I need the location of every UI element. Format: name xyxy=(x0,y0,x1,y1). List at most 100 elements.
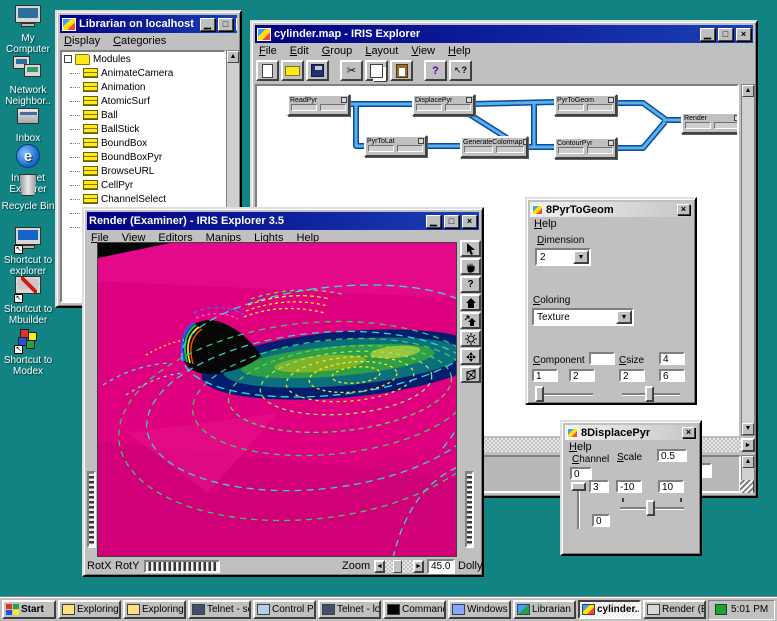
scale-max-field[interactable]: 10 xyxy=(658,480,684,493)
task-exploring-1[interactable]: Exploring .. xyxy=(58,600,121,619)
dimension-dropdown[interactable]: 2▼ xyxy=(535,248,591,266)
task-telnet-2[interactable]: Telnet - lo. xyxy=(318,600,381,619)
module-pyrtolat[interactable]: PyrToLat xyxy=(364,135,427,157)
zoom-scrollbar[interactable]: ◄ ► xyxy=(374,560,424,573)
component-max-field[interactable]: 2 xyxy=(569,369,595,382)
task-librarian[interactable]: Librarian o... xyxy=(513,600,576,619)
minimize-button[interactable]: ▁ xyxy=(426,215,441,228)
tree-item[interactable]: ChannelSelect xyxy=(62,192,224,206)
minimize-button[interactable]: ▁ xyxy=(700,28,715,41)
module-contourpyr[interactable]: ContourPyr xyxy=(554,137,617,159)
module-slot[interactable] xyxy=(464,146,493,153)
pyrtogeom-titlebar[interactable]: 8PyrToGeom × xyxy=(530,202,692,217)
menu-categories[interactable]: Categories xyxy=(113,35,166,47)
component-value-field[interactable] xyxy=(589,352,615,365)
tree-item[interactable]: CellPyr xyxy=(62,178,224,192)
cut-button[interactable]: ✂ xyxy=(340,60,363,81)
component-min-field[interactable]: 1 xyxy=(532,369,558,382)
menu-help[interactable]: Help xyxy=(534,218,557,230)
module-slot[interactable] xyxy=(291,104,317,111)
scroll-right-icon[interactable]: ► xyxy=(741,438,755,452)
scroll-up-icon[interactable]: ▲ xyxy=(742,85,754,97)
slider-handle[interactable] xyxy=(571,482,586,491)
map-vscrollbar[interactable]: ▲ ▼ xyxy=(741,84,755,436)
tree-item[interactable]: Animation xyxy=(62,80,224,94)
close-button[interactable]: × xyxy=(462,215,477,228)
minimize-button[interactable]: ▁ xyxy=(200,18,215,31)
home-button[interactable] xyxy=(460,294,481,311)
module-generatecolormap[interactable]: GenerateColormap xyxy=(460,136,528,158)
module-button[interactable] xyxy=(466,97,472,103)
tree-root[interactable]: Modules xyxy=(62,52,224,66)
tree-item[interactable]: BrowseURL xyxy=(62,164,224,178)
resize-grip[interactable] xyxy=(740,480,753,493)
roty-thumbwheel[interactable] xyxy=(144,560,220,573)
slider-handle[interactable] xyxy=(645,386,654,402)
close-button[interactable]: × xyxy=(677,204,690,215)
tray-display-icon[interactable] xyxy=(715,604,727,615)
module-readpyr[interactable]: ReadPyr xyxy=(287,94,350,116)
maximize-button[interactable]: □ xyxy=(218,18,233,31)
task-cylinder-map[interactable]: cylinder... xyxy=(578,600,641,619)
slider-handle[interactable] xyxy=(535,386,544,402)
zoom-value-field[interactable]: 45.0 xyxy=(427,559,455,574)
csize-min-field[interactable]: 2 xyxy=(619,369,645,382)
tree-item[interactable]: BoundBox xyxy=(62,136,224,150)
system-tray[interactable]: 5:01 PM xyxy=(708,600,775,620)
slider-handle[interactable] xyxy=(646,500,655,516)
tree-item[interactable]: AnimateCamera xyxy=(62,66,224,80)
librarian-titlebar[interactable]: Librarian on localhost ▁ □ × xyxy=(60,15,237,33)
desktop-icon-network-neighborhood[interactable]: Network Neighbor.. xyxy=(1,56,55,107)
module-button[interactable] xyxy=(341,97,347,103)
scroll-up-icon[interactable]: ▲ xyxy=(227,51,239,63)
close-button[interactable]: × xyxy=(236,18,237,31)
module-button[interactable] xyxy=(608,140,614,146)
desktop-icon-my-computer[interactable]: My Computer xyxy=(1,4,55,55)
help-button[interactable]: ? xyxy=(424,60,447,81)
menu-file[interactable]: File xyxy=(259,45,277,57)
task-telnet-1[interactable]: Telnet - se.. xyxy=(188,600,251,619)
menu-help[interactable]: Help xyxy=(448,45,471,57)
tree-item[interactable]: BallStick xyxy=(62,122,224,136)
checkbox[interactable] xyxy=(64,55,72,63)
channel-min-field[interactable]: 0 xyxy=(592,514,610,527)
scroll-down-icon[interactable]: ▼ xyxy=(742,423,754,435)
module-button[interactable] xyxy=(608,97,614,103)
tree-item[interactable]: BoundBoxPyr xyxy=(62,150,224,164)
tree-item[interactable]: Ball xyxy=(62,108,224,122)
tree-item[interactable]: AtomicSurf xyxy=(62,94,224,108)
task-windows[interactable]: Windows .. xyxy=(448,600,511,619)
chevron-down-icon[interactable]: ▼ xyxy=(616,310,632,324)
desktop-icon-shortcut-modex[interactable]: ↖ Shortcut to Modex xyxy=(1,326,55,377)
channel-max-field[interactable]: 3 xyxy=(589,480,609,493)
module-pyrtogeom[interactable]: PyrToGeom xyxy=(554,94,617,116)
view-all-button[interactable] xyxy=(460,330,481,347)
zoom-right-icon[interactable]: ► xyxy=(413,560,424,573)
start-button[interactable]: Start xyxy=(2,600,56,619)
dolly-thumbwheel[interactable] xyxy=(465,471,474,548)
task-control-panel[interactable]: Control Pa.. xyxy=(253,600,316,619)
module-slot[interactable] xyxy=(685,122,711,129)
task-exploring-2[interactable]: Exploring ... xyxy=(123,600,186,619)
module-slot[interactable] xyxy=(587,147,613,154)
maximize-button[interactable]: □ xyxy=(444,215,459,228)
module-slot[interactable] xyxy=(558,147,584,154)
menu-edit[interactable]: Edit xyxy=(290,45,309,57)
close-button[interactable]: × xyxy=(736,28,751,41)
menu-view[interactable]: View xyxy=(411,45,435,57)
close-button[interactable]: × xyxy=(682,427,695,438)
view-hand-button[interactable] xyxy=(460,258,481,275)
module-button[interactable] xyxy=(418,138,424,144)
context-help-button[interactable]: ↖? xyxy=(449,60,472,81)
csize-max-field[interactable]: 6 xyxy=(659,369,685,382)
scale-value-field[interactable]: 0.5 xyxy=(657,449,687,462)
new-button[interactable] xyxy=(256,60,279,81)
chevron-down-icon[interactable]: ▼ xyxy=(573,250,589,264)
task-command[interactable]: Command .. xyxy=(383,600,446,619)
task-render[interactable]: Render (E.. xyxy=(643,600,706,619)
map-titlebar[interactable]: cylinder.map - IRIS Explorer ▁ □ × xyxy=(255,25,753,43)
help-button[interactable]: ? xyxy=(460,276,481,293)
module-slot[interactable] xyxy=(714,122,740,129)
render-titlebar[interactable]: Render (Examiner) - IRIS Explorer 3.5 ▁ … xyxy=(87,212,479,230)
zoom-left-icon[interactable]: ◄ xyxy=(374,560,385,573)
